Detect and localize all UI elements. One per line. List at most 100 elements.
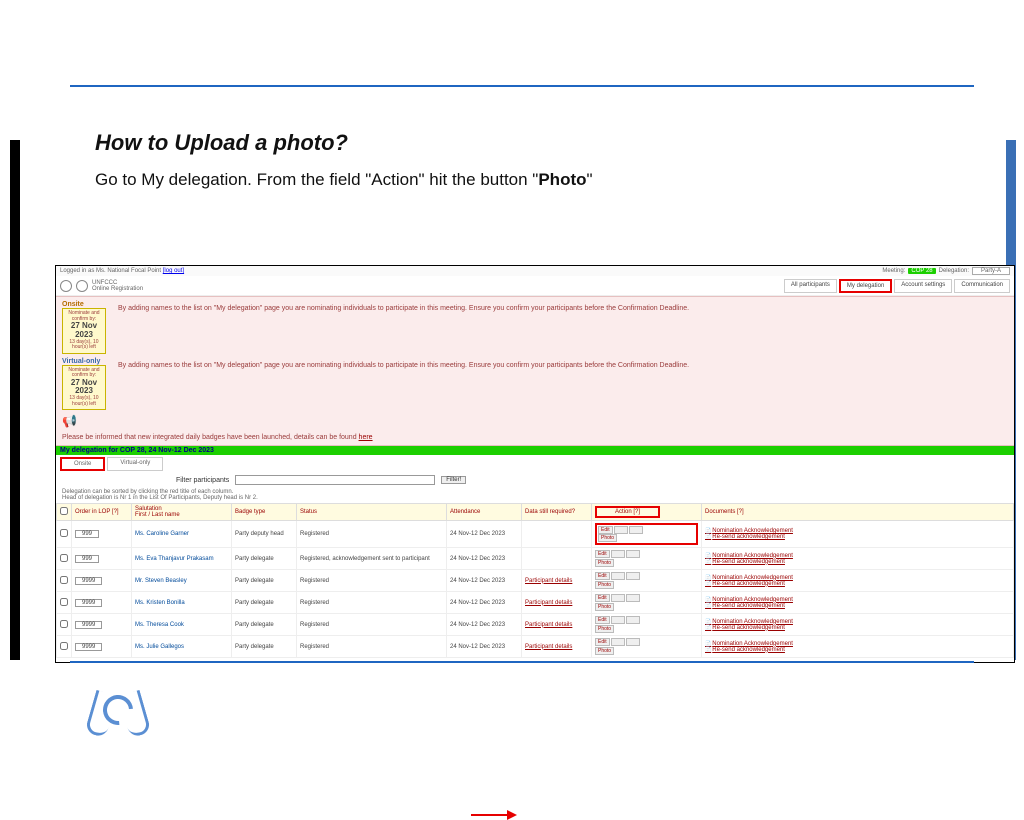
attendance-cell: 24 Nov-12 Dec 2023 — [447, 636, 522, 658]
subtab-onsite[interactable]: Onsite — [60, 457, 105, 471]
action-grey-button[interactable] — [611, 638, 625, 646]
photo-button[interactable]: Photo — [598, 534, 617, 542]
action-grey-button[interactable] — [626, 594, 640, 602]
delegation-select[interactable]: Party-A — [972, 267, 1010, 275]
meeting-pill[interactable]: COP 28 — [908, 268, 935, 274]
row-checkbox[interactable] — [60, 554, 68, 562]
photo-button[interactable]: Photo — [595, 581, 614, 589]
photo-button[interactable]: Photo — [595, 603, 614, 611]
col-attendance[interactable]: Attendance — [447, 504, 522, 521]
edit-button[interactable]: Edit — [595, 572, 610, 580]
col-data[interactable]: Data still required? — [522, 504, 592, 521]
filter-button[interactable]: Filter! — [441, 476, 466, 484]
pdf-icon: 📄 — [705, 559, 711, 565]
slide-side-left — [10, 140, 20, 660]
edit-button[interactable]: Edit — [598, 526, 613, 534]
participant-details-link[interactable]: Participant details — [525, 622, 572, 628]
resend-ack-link[interactable]: 📄Re-send acknowledgement — [705, 647, 1010, 653]
row-checkbox[interactable] — [60, 620, 68, 628]
attendance-cell: 24 Nov-12 Dec 2023 — [447, 521, 522, 548]
resend-ack-link[interactable]: 📄Re-send acknowledgement — [705, 534, 1010, 540]
data-required-cell — [522, 548, 592, 570]
onsite-msg: By adding names to the list on "My deleg… — [118, 301, 1008, 354]
notice-link[interactable]: here — [359, 434, 373, 441]
highlight-arrow-icon — [471, 811, 517, 819]
edit-button[interactable]: Edit — [595, 594, 610, 602]
participant-name[interactable]: Ms. Theresa Cook — [132, 614, 232, 636]
resend-ack-link[interactable]: 📄Re-send acknowledgement — [705, 581, 1010, 587]
tab-all-participants[interactable]: All participants — [784, 279, 837, 293]
action-grey-button[interactable] — [611, 594, 625, 602]
pdf-icon: 📄 — [705, 581, 711, 587]
resend-ack-link[interactable]: 📄Re-send acknowledgement — [705, 625, 1010, 631]
order-box[interactable]: 9999 — [75, 621, 102, 629]
participant-name[interactable]: Ms. Eva Thanjavur Prakasam — [132, 548, 232, 570]
edit-button[interactable]: Edit — [595, 638, 610, 646]
photo-button[interactable]: Photo — [595, 559, 614, 567]
unfccc-logo-icon — [76, 280, 88, 292]
logout-link[interactable]: [log out] — [163, 268, 184, 274]
action-grey-button[interactable] — [626, 638, 640, 646]
participant-name[interactable]: Ms. Caroline Garner — [132, 521, 232, 548]
badge-type: Party delegate — [232, 548, 297, 570]
tab-my-delegation[interactable]: My delegation — [839, 279, 892, 293]
photo-button[interactable]: Photo — [595, 647, 614, 655]
resend-ack-link[interactable]: 📄Re-send acknowledgement — [705, 603, 1010, 609]
edit-button[interactable]: Edit — [595, 616, 610, 624]
action-grey-button[interactable] — [626, 572, 640, 580]
action-grey-button[interactable] — [614, 526, 628, 534]
tab-communication[interactable]: Communication — [954, 279, 1010, 293]
col-order[interactable]: Order in LOP [?] — [72, 504, 132, 521]
documents-cell: 📄Nomination Acknowledgement📄Re-send ackn… — [702, 636, 1014, 658]
participant-name[interactable]: Ms. Julie Gallegos — [132, 636, 232, 658]
row-checkbox[interactable] — [60, 576, 68, 584]
action-grey-button[interactable] — [626, 550, 640, 558]
filter-row: Filter participants Filter! — [56, 473, 1014, 487]
status-cell: Registered — [297, 521, 447, 548]
resend-ack-link[interactable]: 📄Re-send acknowledgement — [705, 559, 1010, 565]
logged-in-text: Logged in as Ms. National Focal Point — [60, 268, 161, 274]
table-row: 9999Ms. Julie GallegosParty delegateRegi… — [57, 636, 1014, 658]
participant-name[interactable]: Ms. Kristen Bonilla — [132, 592, 232, 614]
col-salutation[interactable]: Salutation First / Last name — [132, 504, 232, 521]
tab-account-settings[interactable]: Account settings — [894, 279, 952, 293]
attendance-cell: 24 Nov-12 Dec 2023 — [447, 548, 522, 570]
participant-details-link[interactable]: Participant details — [525, 600, 572, 606]
action-grey-button[interactable] — [626, 616, 640, 624]
filter-input[interactable] — [235, 475, 435, 485]
virtual-datebox: Nominate and confirm by: 27 Nov 2023 13 … — [62, 365, 106, 411]
documents-cell: 📄Nomination Acknowledgement📄Re-send ackn… — [702, 614, 1014, 636]
table-row: 999 Ms. Eva Thanjavur PrakasamParty deleg… — [57, 548, 1014, 570]
col-badge[interactable]: Badge type — [232, 504, 297, 521]
virtual-label: Virtual-only — [62, 358, 106, 365]
pdf-icon: 📄 — [705, 534, 711, 540]
green-banner: My delegation for COP 28, 24 Nov-12 Dec … — [56, 446, 1014, 455]
order-box[interactable]: 999 — [75, 555, 99, 563]
delegation-table: Order in LOP [?] Salutation First / Last… — [56, 503, 1014, 658]
col-action[interactable]: Action [?] — [592, 504, 702, 521]
action-grey-button[interactable] — [611, 616, 625, 624]
order-box[interactable]: 9999 — [75, 643, 102, 651]
participant-details-link[interactable]: Participant details — [525, 644, 572, 650]
action-grey-button[interactable] — [611, 550, 625, 558]
action-grey-button[interactable] — [629, 526, 643, 534]
instruction-suffix: " — [587, 170, 593, 189]
subtab-virtual[interactable]: Virtual-only — [107, 457, 163, 471]
order-box[interactable]: 9999 — [75, 577, 102, 585]
select-all-checkbox[interactable] — [60, 507, 68, 515]
action-grey-button[interactable] — [611, 572, 625, 580]
onsite-date: 27 Nov 2023 — [67, 322, 101, 340]
col-status[interactable]: Status — [297, 504, 447, 521]
col-documents[interactable]: Documents [?] — [702, 504, 1014, 521]
participant-details-link[interactable]: Participant details — [525, 578, 572, 584]
row-checkbox[interactable] — [60, 598, 68, 606]
pdf-icon: 📄 — [705, 603, 711, 609]
delegation-label: Delegation: — [939, 268, 969, 274]
participant-name[interactable]: Mr. Steven Beasley — [132, 570, 232, 592]
order-box[interactable]: 9999 — [75, 599, 102, 607]
order-box[interactable]: 999 — [75, 530, 99, 538]
photo-button[interactable]: Photo — [595, 625, 614, 633]
row-checkbox[interactable] — [60, 642, 68, 650]
row-checkbox[interactable] — [60, 529, 68, 537]
edit-button[interactable]: Edit — [595, 550, 610, 558]
